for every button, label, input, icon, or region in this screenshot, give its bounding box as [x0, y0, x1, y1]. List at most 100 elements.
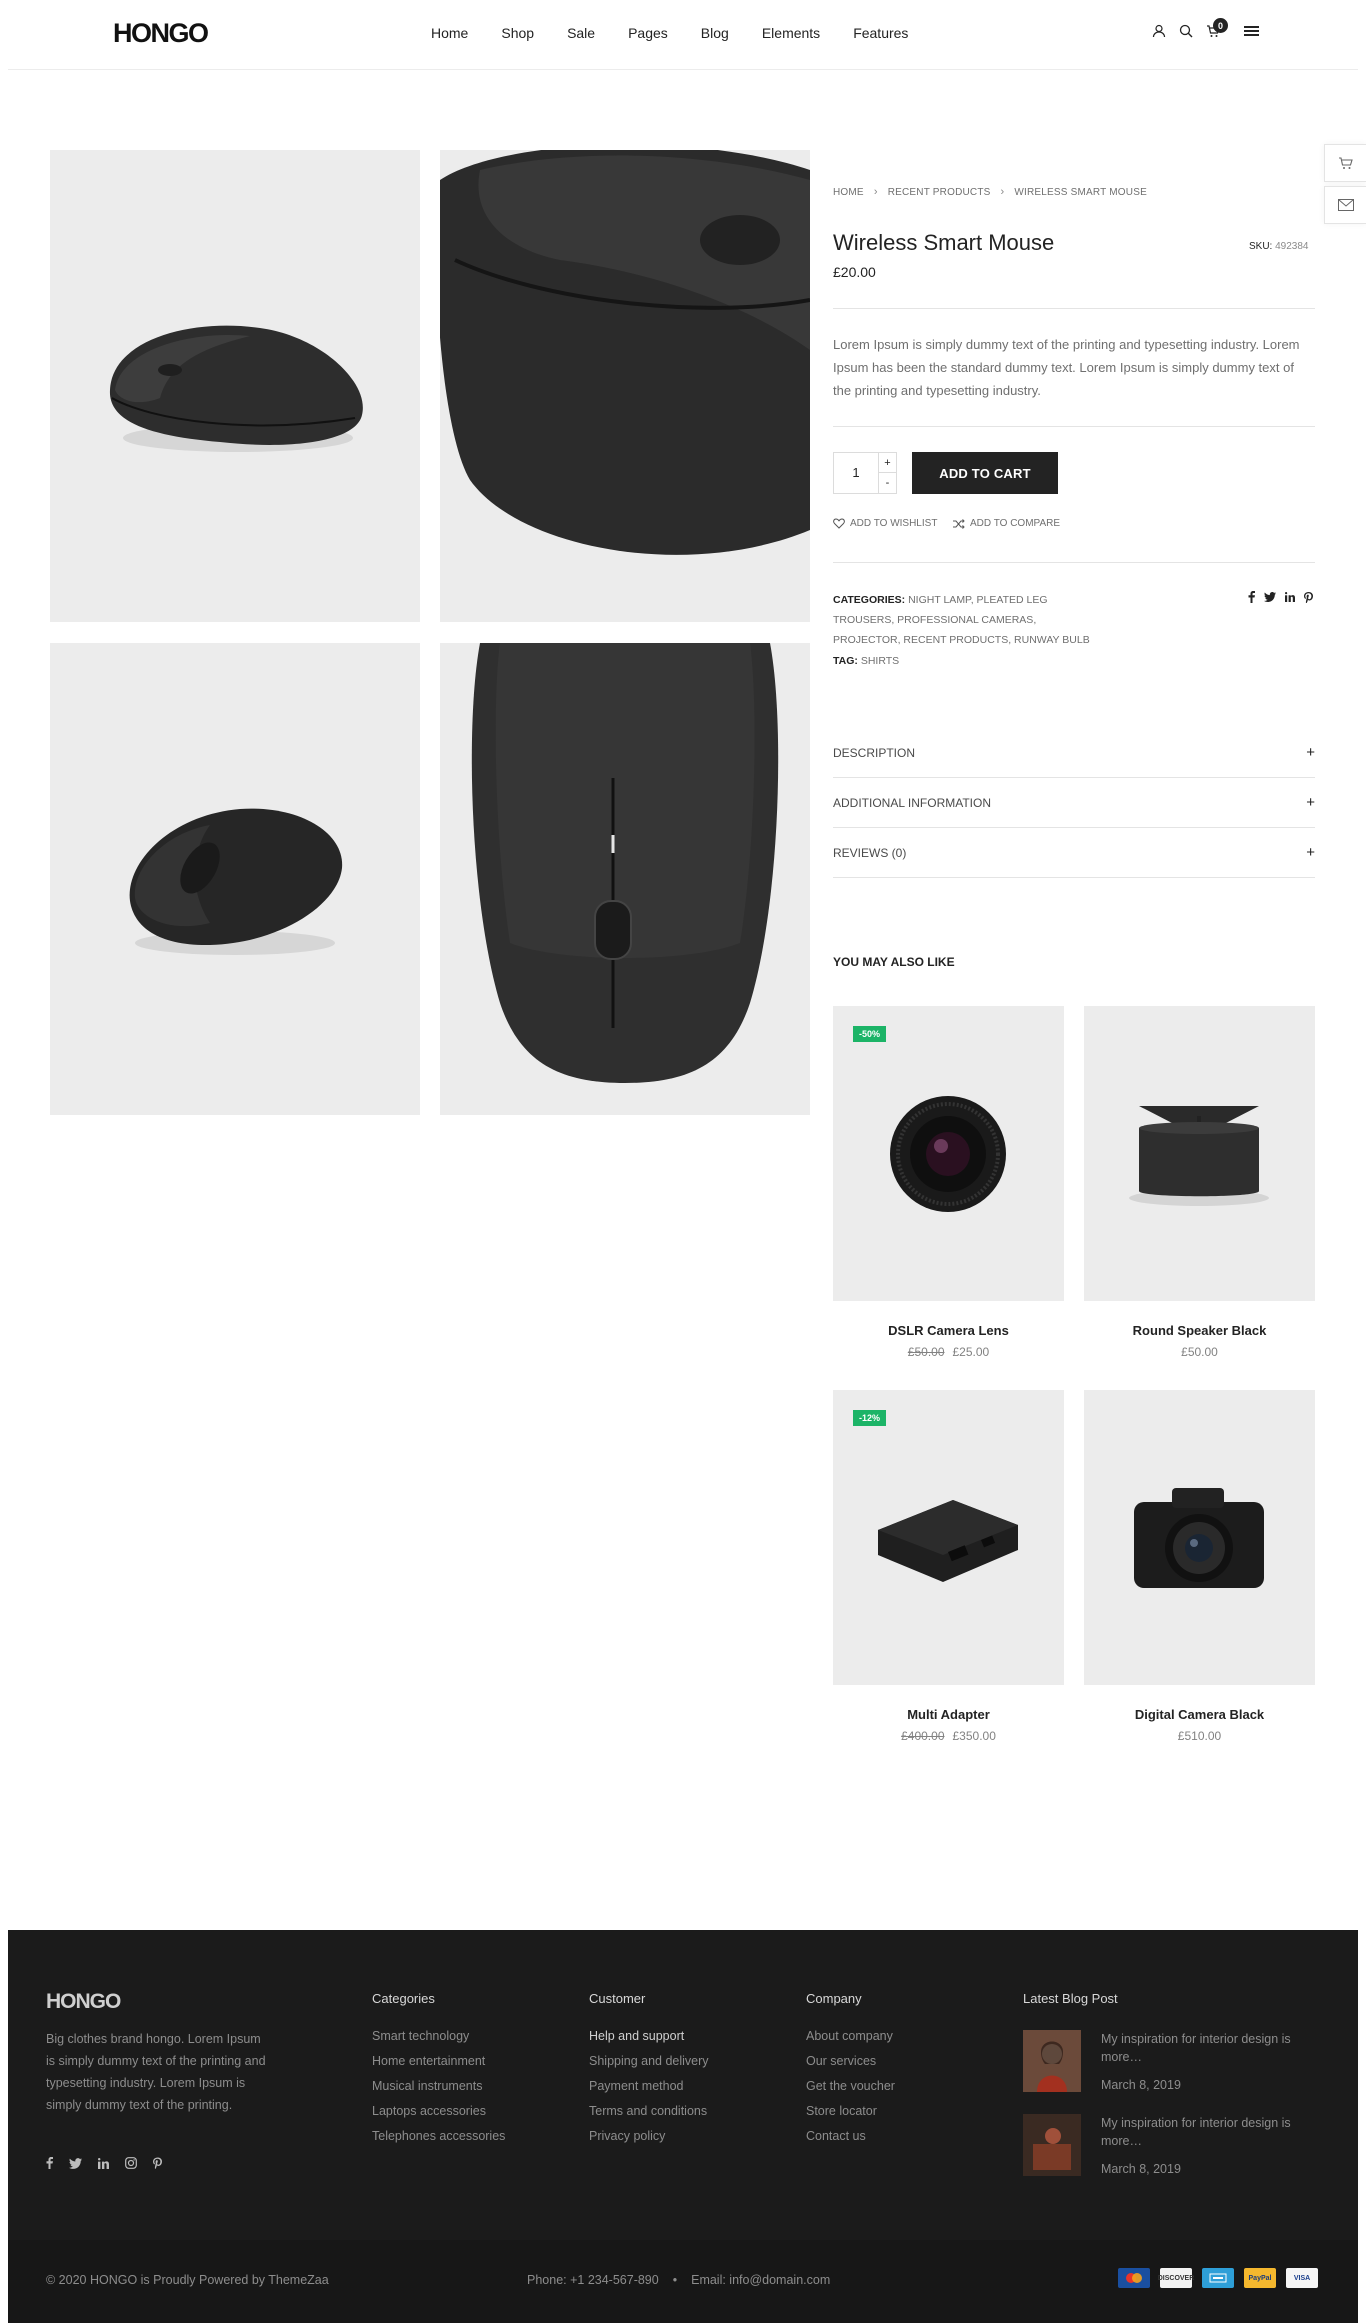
facebook-icon[interactable] [46, 2157, 53, 2169]
pinterest-icon[interactable] [153, 2157, 162, 2169]
facebook-icon[interactable] [1248, 591, 1255, 603]
footer-column-title: Categories [372, 1991, 435, 2006]
site-footer: HONGO Big clothes brand hongo. Lorem Ips… [8, 1930, 1358, 2323]
footer-link[interactable]: About company [806, 2024, 895, 2049]
quantity-plus-button[interactable]: + [879, 453, 896, 473]
product-card-image[interactable] [1084, 1390, 1315, 1685]
tag-value[interactable]: SHIRTS [861, 655, 899, 667]
footer-contact: Phone: +1 234-567-890 • Email: info@doma… [527, 2273, 830, 2287]
footer-blog: Latest Blog Post [1023, 1991, 1118, 2024]
blog-post-title[interactable]: My inspiration for interior design is mo… [1101, 2030, 1301, 2066]
nav-sale[interactable]: Sale [567, 25, 595, 41]
nav-home[interactable]: Home [431, 25, 468, 41]
discount-badge: -12% [853, 1410, 887, 1426]
accordion-label: DESCRIPTION [833, 745, 916, 760]
bullet-separator: • [672, 2273, 678, 2287]
product-card-name[interactable]: Digital Camera Black [1084, 1707, 1315, 1722]
user-icon[interactable] [1152, 24, 1166, 38]
divider [833, 562, 1315, 563]
footer-phone[interactable]: Phone: +1 234-567-890 [527, 2273, 659, 2287]
blog-thumbnail[interactable] [1023, 2030, 1081, 2092]
footer-categories: Categories Smart technology Home enterta… [372, 1991, 505, 2149]
footer-link[interactable]: Privacy policy [589, 2124, 709, 2149]
nav-elements[interactable]: Elements [762, 25, 820, 41]
blog-post-item[interactable]: My inspiration for interior design is mo… [1023, 2114, 1323, 2176]
linkedin-icon[interactable] [1285, 592, 1295, 602]
twitter-icon[interactable] [69, 2157, 82, 2169]
product-card-multi-adapter[interactable]: -12% Multi Adapter £400.00 £350.00 [833, 1390, 1064, 1743]
product-card-image[interactable] [1084, 1006, 1315, 1301]
accordion-reviews[interactable]: REVIEWS (0) + [833, 828, 1315, 878]
product-image-4[interactable] [440, 643, 810, 1115]
product-image-2[interactable] [440, 150, 810, 622]
footer-link[interactable]: Telephones accessories [372, 2124, 505, 2149]
footer-logo[interactable]: HONGO [46, 1990, 121, 2014]
main-nav: Home Shop Sale Pages Blog Elements Featu… [431, 25, 941, 41]
product-image-3[interactable] [50, 643, 420, 1115]
footer-email[interactable]: Email: info@domain.com [691, 2273, 830, 2287]
quantity-input[interactable]: 1 [834, 453, 878, 493]
product-card-dslr-lens[interactable]: -50% DSLR Camera Lens £50.00 £25.00 [833, 1006, 1064, 1359]
footer-link[interactable]: Terms and conditions [589, 2099, 709, 2124]
footer-link[interactable]: Shipping and delivery [589, 2049, 709, 2074]
site-logo[interactable]: HONGO [113, 18, 209, 49]
footer-link[interactable]: Help and support [589, 2024, 709, 2049]
add-to-compare-link[interactable]: ADD TO COMPARE [953, 518, 1060, 529]
paypal-icon: PayPal [1244, 2268, 1276, 2288]
footer-link[interactable]: Smart technology [372, 2024, 505, 2049]
breadcrumb-home[interactable]: HOME [833, 187, 864, 198]
cart-icon [1338, 157, 1353, 169]
product-tag: TAG: SHIRTS [833, 655, 899, 667]
side-cart-widget[interactable] [1324, 144, 1366, 182]
wishlist-label: ADD TO WISHLIST [850, 518, 938, 529]
current-price: £25.00 [952, 1345, 990, 1359]
accordion-description[interactable]: DESCRIPTION + [833, 728, 1315, 778]
product-card-name[interactable]: Multi Adapter [833, 1707, 1064, 1722]
product-card-image[interactable]: -12% [833, 1390, 1064, 1685]
blog-post-title[interactable]: My inspiration for interior design is mo… [1101, 2114, 1301, 2150]
twitter-icon[interactable] [1264, 592, 1276, 602]
product-card-price: £400.00 £350.00 [833, 1729, 1064, 1743]
product-card-image[interactable]: -50% [833, 1006, 1064, 1301]
quantity-minus-button[interactable]: - [879, 473, 896, 493]
nav-blog[interactable]: Blog [701, 25, 729, 41]
footer-link[interactable]: Contact us [806, 2124, 895, 2149]
footer-link[interactable]: Laptops accessories [372, 2099, 505, 2124]
product-card-round-speaker[interactable]: Round Speaker Black £50.00 [1084, 1006, 1315, 1359]
nav-pages[interactable]: Pages [628, 25, 668, 41]
footer-link[interactable]: Our services [806, 2049, 895, 2074]
nav-shop[interactable]: Shop [501, 25, 534, 41]
product-card-price: £50.00 £25.00 [833, 1345, 1064, 1359]
sku-label: SKU: [1249, 241, 1273, 252]
product-card-name[interactable]: Round Speaker Black [1084, 1323, 1315, 1338]
old-price: £50.00 [907, 1345, 945, 1359]
footer-link[interactable]: Payment method [589, 2074, 709, 2099]
footer-link[interactable]: Get the voucher [806, 2074, 895, 2099]
pinterest-icon[interactable] [1304, 591, 1313, 603]
accordion-additional-information[interactable]: ADDITIONAL INFORMATION + [833, 778, 1315, 828]
product-image-1[interactable] [50, 150, 420, 622]
shuffle-icon [953, 518, 965, 529]
instagram-icon[interactable] [125, 2157, 137, 2169]
product-card-digital-camera[interactable]: Digital Camera Black £510.00 [1084, 1390, 1315, 1743]
nav-features[interactable]: Features [853, 25, 908, 41]
blog-post-item[interactable]: My inspiration for interior design is mo… [1023, 2030, 1323, 2092]
chevron-right-icon: › [1000, 186, 1005, 198]
add-to-wishlist-link[interactable]: ADD TO WISHLIST [833, 518, 937, 529]
breadcrumb-recent-products[interactable]: RECENT PRODUCTS [888, 187, 991, 198]
side-mail-widget[interactable] [1324, 186, 1366, 224]
cart-button[interactable]: 0 [1206, 18, 1228, 38]
footer-link[interactable]: Home entertainment [372, 2049, 505, 2074]
current-price: £350.00 [952, 1729, 996, 1743]
product-card-name[interactable]: DSLR Camera Lens [833, 1323, 1064, 1338]
add-to-cart-button[interactable]: ADD TO CART [912, 452, 1058, 494]
blog-thumbnail[interactable] [1023, 2114, 1081, 2176]
linkedin-icon[interactable] [98, 2157, 109, 2169]
search-icon[interactable] [1179, 24, 1193, 38]
compare-label: ADD TO COMPARE [970, 518, 1061, 529]
product-price: £20.00 [833, 264, 876, 280]
footer-link[interactable]: Musical instruments [372, 2074, 505, 2099]
menu-icon[interactable] [1244, 24, 1260, 38]
product-card-price: £510.00 [1084, 1729, 1315, 1743]
footer-link[interactable]: Store locator [806, 2099, 895, 2124]
